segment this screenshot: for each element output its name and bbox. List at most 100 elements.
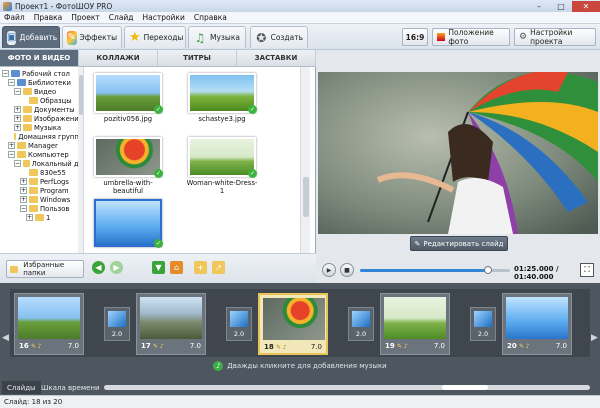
tree-item[interactable]: + Изображения xyxy=(0,114,83,123)
tree-expander-icon[interactable]: − xyxy=(14,160,21,167)
transition-thumbnail[interactable]: 2.0 xyxy=(348,307,374,341)
tree-expander-icon[interactable]: + xyxy=(14,115,21,122)
menu-project[interactable]: Проект xyxy=(71,13,100,22)
back-arrow-icon[interactable]: ◀ xyxy=(92,261,105,274)
tree-expander-icon[interactable]: + xyxy=(14,106,21,113)
tab-create[interactable]: ✪ Создать xyxy=(250,26,308,48)
forward-arrow-icon[interactable]: ▶ xyxy=(110,261,123,274)
progress-knob[interactable] xyxy=(483,266,492,274)
folder-icon xyxy=(13,133,17,140)
timeline-scrollbar[interactable] xyxy=(104,385,590,390)
tree-expander-icon[interactable]: − xyxy=(8,79,15,86)
file-thumbnail: ✓ xyxy=(94,199,163,248)
tree-expander-icon[interactable]: − xyxy=(14,88,21,95)
tree-item[interactable]: − Локальный ди xyxy=(0,159,83,168)
subtab-intros[interactable]: ЗАСТАВКИ xyxy=(237,50,316,66)
file-item[interactable]: ✓ umbrella-with-beautiful xyxy=(92,137,164,195)
tab-music[interactable]: ♫ Музыка xyxy=(188,26,246,48)
tree-item[interactable]: 830e55 xyxy=(0,168,83,177)
file-name: umbrella-with-beautiful xyxy=(103,179,153,195)
playback-progress[interactable] xyxy=(360,266,510,274)
scroll-left-arrow-icon[interactable]: ◀ xyxy=(2,333,9,343)
tree-expander-icon[interactable]: + xyxy=(20,178,27,185)
folder-icon xyxy=(17,151,26,158)
tree-expander-icon[interactable]: − xyxy=(2,70,9,77)
tree-expander-icon[interactable]: − xyxy=(20,205,27,212)
main-toolbar: ▣ Добавить ✎ Эффекты ★ Переходы ♫ Музыка… xyxy=(0,24,600,50)
fullscreen-icon[interactable]: ⛶ xyxy=(580,263,594,277)
tree-item[interactable]: − Библиотеки xyxy=(0,78,83,87)
tab-add[interactable]: ▣ Добавить xyxy=(2,26,60,48)
tree-item[interactable]: + Program xyxy=(0,186,83,195)
transition-thumbnail[interactable]: 2.0 xyxy=(104,307,130,341)
add-folder-icon[interactable]: + xyxy=(194,261,207,274)
tab-slides[interactable]: Слайды xyxy=(2,381,41,394)
tree-item[interactable]: + Документы xyxy=(0,105,83,114)
slide-thumbnail-selected[interactable]: 18 ✎ ♪ 7.0 xyxy=(258,293,328,355)
file-grid-scrollbar[interactable] xyxy=(300,67,310,253)
close-button[interactable]: ✕ xyxy=(572,0,600,12)
tree-item-label: Изображения xyxy=(34,114,83,123)
menu-slide[interactable]: Слайд xyxy=(109,13,134,22)
project-settings-button[interactable]: ⚙ Настройки проекта xyxy=(514,28,596,46)
tree-item[interactable]: − Пользов xyxy=(0,204,83,213)
menu-settings[interactable]: Настройки xyxy=(142,13,184,22)
tree-item[interactable]: − Видео xyxy=(0,87,83,96)
tree-expander-icon[interactable]: + xyxy=(8,142,15,149)
stop-button[interactable]: ■ xyxy=(340,263,354,277)
tree-expander-icon[interactable]: + xyxy=(20,187,27,194)
file-item[interactable]: ✓ schastye3.jpg xyxy=(186,73,258,123)
maximize-button[interactable]: □ xyxy=(550,1,572,12)
file-item[interactable]: ✓ Woman-white-Dress-1 xyxy=(186,137,258,195)
music-track-hint[interactable]: ♪ Дважды кликните для добавления музыки xyxy=(0,359,600,373)
tree-item-label: Локальный ди xyxy=(31,159,83,168)
tree-item[interactable]: − Рабочий стол xyxy=(0,69,83,78)
transition-duration: 2.0 xyxy=(355,330,367,338)
slide-thumbnail[interactable]: 20 ✎ ♪ 7.0 xyxy=(502,293,572,355)
photo-position-button[interactable]: Положение фото xyxy=(432,28,510,46)
tree-item[interactable]: Домашняя группа xyxy=(0,132,83,141)
tree-item[interactable]: Образцы xyxy=(0,96,83,105)
slide-thumbnail[interactable]: 16 ✎ ♪ 7.0 xyxy=(14,293,84,355)
menu-file[interactable]: Файл xyxy=(4,13,25,22)
edit-slide-button[interactable]: ✎ Редактировать слайд xyxy=(410,236,508,251)
menu-bar: Файл Правка Проект Слайд Настройки Справ… xyxy=(0,12,600,24)
aspect-ratio-button[interactable]: 16:9 xyxy=(402,28,428,46)
tree-expander-icon[interactable]: − xyxy=(8,151,15,158)
menu-help[interactable]: Справка xyxy=(194,13,227,22)
transition-thumbnail[interactable]: 2.0 xyxy=(470,307,496,341)
transition-thumbnail[interactable]: 2.0 xyxy=(226,307,252,341)
tree-expander-icon[interactable]: + xyxy=(20,196,27,203)
tree-item[interactable]: + Музыка xyxy=(0,123,83,132)
slide-thumbnail[interactable]: 19 ✎ ♪ 7.0 xyxy=(380,293,450,355)
play-button[interactable]: ▶ xyxy=(322,263,336,277)
tree-item[interactable]: − Компьютер xyxy=(0,150,83,159)
slide-thumbnail[interactable]: 17 ✎ ♪ 7.0 xyxy=(136,293,206,355)
subtab-titles[interactable]: ТИТРЫ xyxy=(158,50,237,66)
minimize-button[interactable]: – xyxy=(528,1,550,12)
favorite-folders-button[interactable]: Избранные папки xyxy=(6,260,84,278)
tree-expander-icon[interactable]: + xyxy=(26,214,33,221)
tab-transitions[interactable]: ★ Переходы xyxy=(124,26,186,48)
timeline-scroll-thumb[interactable] xyxy=(442,385,488,390)
file-grid: ✓ pozitiv056.jpg ✓ schastye3.jpg ✓ umbre… xyxy=(86,67,308,253)
download-arrow-icon[interactable]: ▼ xyxy=(152,261,165,274)
subtab-photo-video[interactable]: ФОТО И ВИДЕО xyxy=(0,50,79,66)
tree-item[interactable]: + PerfLogs xyxy=(0,177,83,186)
photo-position-label: Положение фото xyxy=(448,28,494,46)
slide-number: 20 xyxy=(507,342,517,350)
tree-item[interactable]: + Windows xyxy=(0,195,83,204)
tree-scrollbar[interactable] xyxy=(78,67,83,253)
tree-item[interactable]: + Manager xyxy=(0,141,83,150)
file-item[interactable]: ✓ pozitiv056.jpg xyxy=(92,73,164,123)
tab-effects[interactable]: ✎ Эффекты xyxy=(62,26,122,48)
open-folder-icon[interactable]: ↗ xyxy=(212,261,225,274)
tree-expander-icon[interactable]: + xyxy=(14,124,21,131)
home-icon[interactable]: ⌂ xyxy=(170,261,183,274)
file-item[interactable]: ✓ xyxy=(92,199,164,249)
subtab-collages[interactable]: КОЛЛАЖИ xyxy=(79,50,158,66)
tree-item[interactable]: +1 xyxy=(0,213,83,222)
menu-edit[interactable]: Правка xyxy=(34,13,63,22)
tab-timeline[interactable]: Шкала времени xyxy=(36,381,105,394)
scroll-right-arrow-icon[interactable]: ▶ xyxy=(591,333,598,343)
